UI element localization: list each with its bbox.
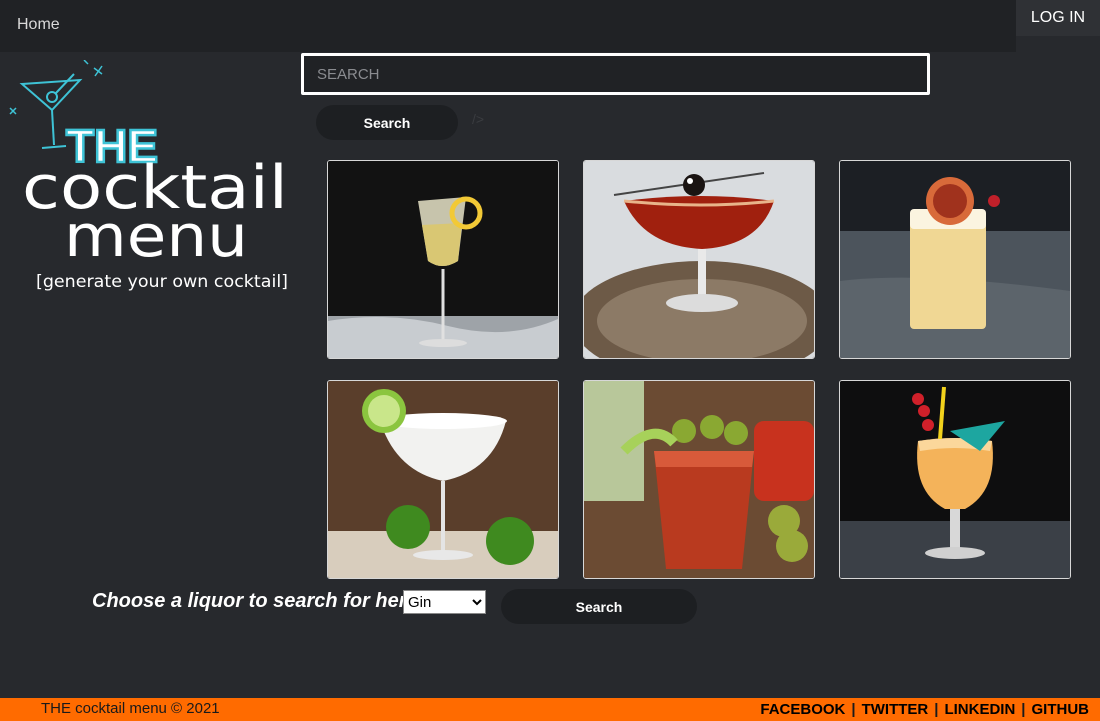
home-link[interactable]: Home xyxy=(17,16,60,34)
margarita-photo-icon xyxy=(328,381,558,578)
logo-menu: menu xyxy=(64,202,248,270)
whiskey-sour-photo-icon xyxy=(840,161,1070,358)
tropical-cocktail-photo-icon xyxy=(840,381,1070,578)
twitter-link[interactable]: TWITTER xyxy=(862,701,929,718)
separator: | xyxy=(934,701,939,718)
cocktail-card[interactable] xyxy=(327,160,559,359)
footer: THE cocktail menu © 2021 FACEBOOK | TWITTE… xyxy=(0,698,1100,721)
liquor-label: Choose a liquor to search for here: xyxy=(92,590,425,612)
code-glyph: /> xyxy=(472,111,485,127)
github-link[interactable]: GITHUB xyxy=(1032,701,1090,718)
search-button[interactable]: Search xyxy=(316,105,458,140)
logo-tagline: [generate your own cocktail] xyxy=(36,272,288,292)
footer-copyright: THE cocktail menu © 2021 xyxy=(41,700,220,717)
coupe-glass-photo-icon xyxy=(584,161,814,358)
cocktail-menu-logo: THE cocktail menu [generate your own coc… xyxy=(9,60,288,292)
champagne-glass-photo-icon xyxy=(328,161,558,358)
cocktail-card[interactable] xyxy=(583,380,815,579)
liquor-search-button[interactable]: Search xyxy=(501,589,697,624)
facebook-link[interactable]: FACEBOOK xyxy=(760,701,845,718)
login-button[interactable]: LOG IN xyxy=(1016,0,1100,36)
cocktail-card[interactable] xyxy=(839,160,1071,359)
separator: | xyxy=(1021,701,1026,718)
linkedin-link[interactable]: LINKEDIN xyxy=(944,701,1015,718)
search-input[interactable] xyxy=(301,53,930,95)
cocktail-card[interactable] xyxy=(327,380,559,579)
top-nav-bar: Home xyxy=(0,0,1016,52)
bloody-mary-photo-icon xyxy=(584,381,814,578)
separator: | xyxy=(851,701,856,718)
footer-links: FACEBOOK | TWITTER | LINKEDIN | GITHUB xyxy=(760,701,1089,718)
cocktail-card[interactable] xyxy=(583,160,815,359)
cocktail-card[interactable] xyxy=(839,380,1071,579)
liquor-select[interactable]: Gin xyxy=(403,590,486,614)
